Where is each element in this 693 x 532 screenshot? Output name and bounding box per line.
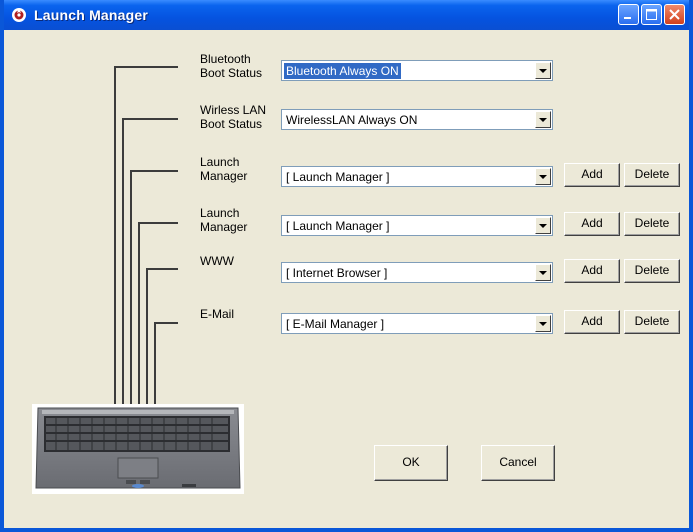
wireless-lan-status-select[interactable]: WirelessLAN Always ON: [281, 109, 553, 130]
cancel-button[interactable]: Cancel: [481, 445, 555, 481]
row-label-www: WWW: [200, 254, 234, 268]
email-select[interactable]: [ E-Mail Manager ]: [281, 313, 553, 334]
row-label-launch-manager-2: Launch Manager: [200, 206, 247, 234]
delete-button[interactable]: Delete: [624, 259, 680, 283]
maximize-button[interactable]: [641, 4, 662, 25]
row-label-wireless-lan: Wirless LAN Boot Status: [200, 103, 266, 131]
connector-line: [146, 268, 148, 408]
connector-line: [130, 170, 132, 408]
label-line: Manager: [200, 220, 248, 234]
chevron-down-icon[interactable]: [535, 111, 551, 128]
label-line: E-Mail: [200, 307, 235, 321]
connector-line: [114, 66, 178, 68]
close-button[interactable]: [664, 4, 685, 25]
connector-line: [154, 322, 178, 324]
row-label-launch-manager-1: Launch Manager: [200, 155, 247, 183]
window-title: Launch Manager: [34, 7, 149, 23]
add-button[interactable]: Add: [564, 212, 620, 236]
connector-line: [138, 222, 140, 408]
minimize-button[interactable]: [618, 4, 639, 25]
chevron-down-icon[interactable]: [535, 315, 551, 332]
launch-manager-1-select[interactable]: [ Launch Manager ]: [281, 166, 553, 187]
minimize-icon: [624, 17, 631, 19]
label-line: WWW: [200, 254, 234, 268]
maximize-icon: [646, 9, 657, 20]
www-select[interactable]: [ Internet Browser ]: [281, 262, 553, 283]
row-label-email: E-Mail: [200, 307, 234, 321]
select-value: Bluetooth Always ON: [284, 63, 401, 79]
label-line: Bluetooth: [200, 52, 251, 66]
ok-button[interactable]: OK: [374, 445, 448, 481]
connector-line: [146, 268, 178, 270]
close-icon: [669, 9, 680, 20]
launch-manager-icon: [12, 8, 26, 22]
label-line: Launch: [200, 155, 240, 169]
select-value: WirelessLAN Always ON: [286, 113, 418, 127]
connector-line: [114, 66, 116, 408]
label-line: Wirless LAN: [200, 103, 267, 117]
connector-line: [122, 118, 124, 408]
connector-line: [122, 118, 178, 120]
add-button[interactable]: Add: [564, 259, 620, 283]
connector-line: [130, 170, 178, 172]
add-button[interactable]: Add: [564, 310, 620, 334]
delete-button[interactable]: Delete: [624, 212, 680, 236]
select-value: [ E-Mail Manager ]: [286, 317, 385, 331]
bluetooth-status-select[interactable]: Bluetooth Always ON: [281, 60, 553, 81]
connector-line: [154, 322, 156, 408]
add-button[interactable]: Add: [564, 163, 620, 187]
delete-button[interactable]: Delete: [624, 163, 680, 187]
label-line: Manager: [200, 169, 248, 183]
label-line: Boot Status: [200, 117, 263, 131]
chevron-down-icon[interactable]: [535, 264, 551, 281]
row-label-bluetooth: Bluetooth Boot Status: [200, 52, 262, 80]
label-line: Boot Status: [200, 66, 263, 80]
launch-manager-2-select[interactable]: [ Launch Manager ]: [281, 215, 553, 236]
title-bar[interactable]: Launch Manager: [4, 0, 689, 30]
chevron-down-icon[interactable]: [535, 168, 551, 185]
connector-line: [138, 222, 178, 224]
chevron-down-icon[interactable]: [535, 217, 551, 234]
chevron-down-icon[interactable]: [535, 62, 551, 79]
select-value: [ Launch Manager ]: [286, 219, 390, 233]
label-line: Launch: [200, 206, 240, 220]
laptop-image: [32, 404, 244, 494]
select-value: [ Launch Manager ]: [286, 170, 390, 184]
delete-button[interactable]: Delete: [624, 310, 680, 334]
select-value: [ Internet Browser ]: [286, 266, 388, 280]
